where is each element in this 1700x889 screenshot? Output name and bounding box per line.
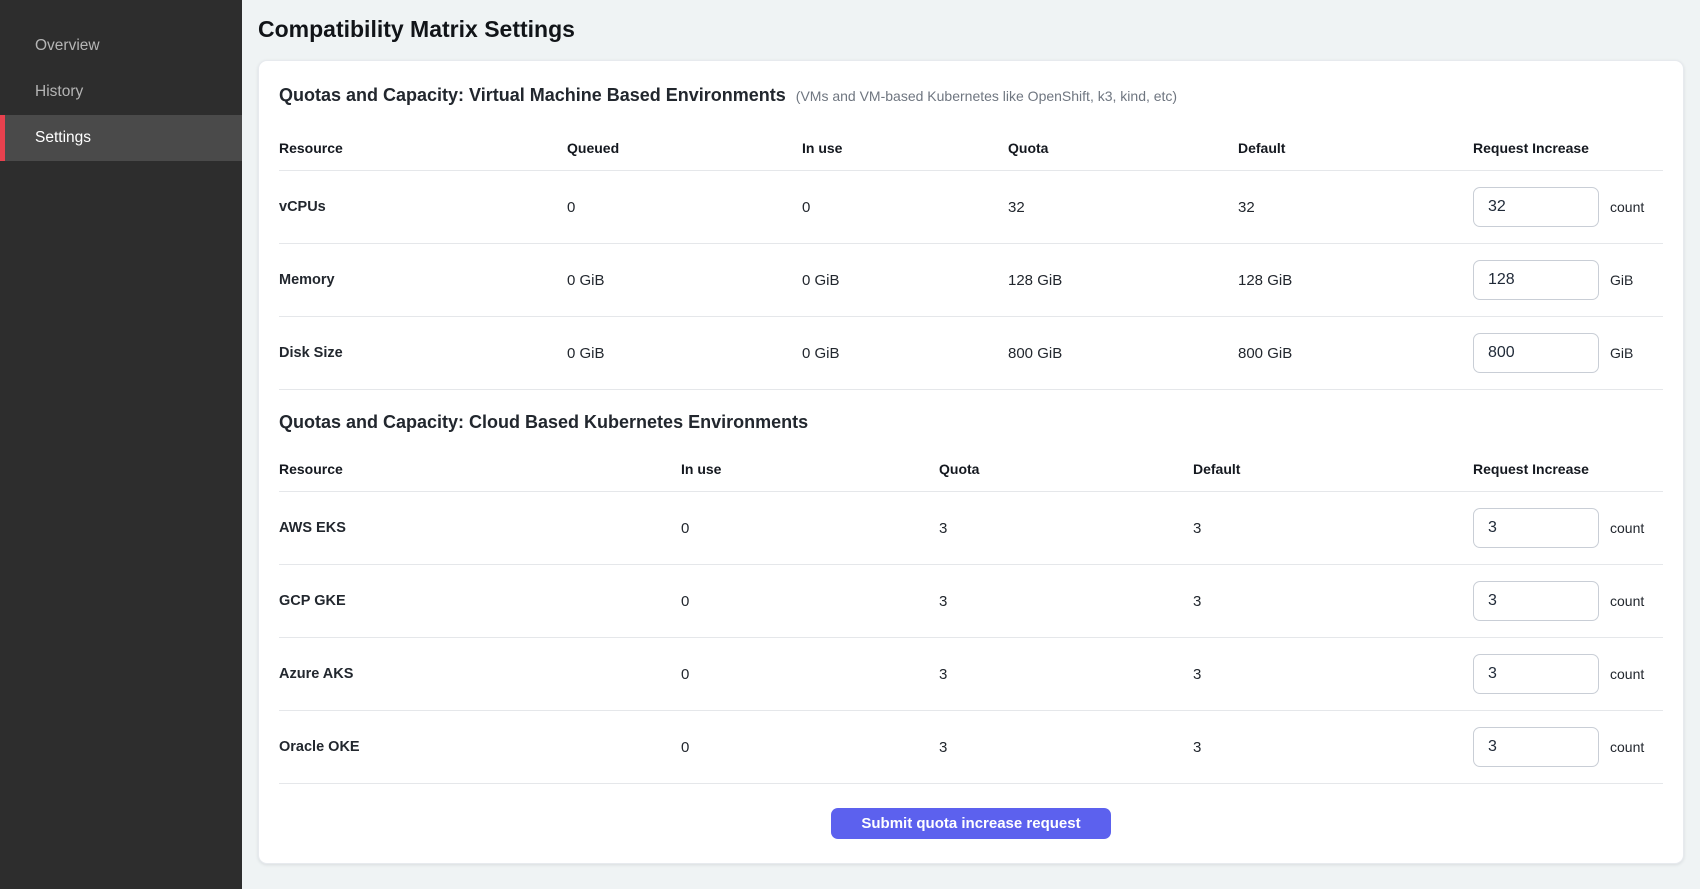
quota-value: 800 GiB <box>1008 345 1238 362</box>
quota-value: 3 <box>939 593 1193 610</box>
queued-value: 0 GiB <box>567 345 802 362</box>
sidebar-nav: Overview History Settings <box>0 23 242 161</box>
default-value: 32 <box>1238 199 1473 216</box>
in-use-value: 0 <box>681 520 939 537</box>
table-row-vcpus: vCPUs 0 0 32 32 count <box>279 171 1663 244</box>
default-value: 3 <box>1193 666 1473 683</box>
request-increase-input-aws-eks[interactable] <box>1473 508 1599 548</box>
in-use-value: 0 <box>681 739 939 756</box>
column-header-in-use: In use <box>681 461 939 477</box>
page-title: Compatibility Matrix Settings <box>258 13 1684 45</box>
sidebar: Overview History Settings <box>0 0 242 889</box>
column-header-request-increase: Request Increase <box>1473 140 1663 156</box>
table-row-oracle-oke: Oracle OKE 0 3 3 count <box>279 711 1663 784</box>
submit-quota-increase-button[interactable]: Submit quota increase request <box>831 808 1111 839</box>
k8s-section-heading: Quotas and Capacity: Cloud Based Kuberne… <box>279 390 1663 446</box>
column-header-default: Default <box>1193 461 1473 477</box>
request-increase-cell: count <box>1473 654 1663 694</box>
sidebar-item-settings[interactable]: Settings <box>0 115 242 161</box>
column-header-resource: Resource <box>279 140 567 156</box>
unit-label: count <box>1610 520 1644 536</box>
unit-label: GiB <box>1610 345 1633 361</box>
quota-value: 128 GiB <box>1008 272 1238 289</box>
request-increase-cell: GiB <box>1473 260 1663 300</box>
request-increase-cell: GiB <box>1473 333 1663 373</box>
quota-value: 3 <box>939 739 1193 756</box>
request-increase-input-oracle-oke[interactable] <box>1473 727 1599 767</box>
default-value: 800 GiB <box>1238 345 1473 362</box>
unit-label: count <box>1610 666 1644 682</box>
default-value: 3 <box>1193 520 1473 537</box>
k8s-quota-table: Resource In use Quota Default Request In… <box>279 446 1663 784</box>
column-header-quota: Quota <box>939 461 1193 477</box>
quota-value: 32 <box>1008 199 1238 216</box>
column-header-default: Default <box>1238 140 1473 156</box>
table-row-memory: Memory 0 GiB 0 GiB 128 GiB 128 GiB GiB <box>279 244 1663 317</box>
column-header-request-increase: Request Increase <box>1473 461 1663 477</box>
queued-value: 0 GiB <box>567 272 802 289</box>
resource-label: Disk Size <box>279 345 567 361</box>
column-header-quota: Quota <box>1008 140 1238 156</box>
quota-value: 3 <box>939 520 1193 537</box>
request-increase-cell: count <box>1473 581 1663 621</box>
request-increase-input-vcpus[interactable] <box>1473 187 1599 227</box>
vm-section-title: Quotas and Capacity: Virtual Machine Bas… <box>279 82 786 108</box>
k8s-table-header: Resource In use Quota Default Request In… <box>279 446 1663 492</box>
k8s-section-title: Quotas and Capacity: Cloud Based Kuberne… <box>279 409 808 435</box>
request-increase-input-memory[interactable] <box>1473 260 1599 300</box>
sidebar-item-history[interactable]: History <box>0 69 242 115</box>
queued-value: 0 <box>567 199 802 216</box>
unit-label: count <box>1610 199 1644 215</box>
quota-value: 3 <box>939 666 1193 683</box>
unit-label: count <box>1610 593 1644 609</box>
unit-label: GiB <box>1610 272 1633 288</box>
in-use-value: 0 <box>681 593 939 610</box>
request-increase-input-azure-aks[interactable] <box>1473 654 1599 694</box>
table-row-disk-size: Disk Size 0 GiB 0 GiB 800 GiB 800 GiB Gi… <box>279 317 1663 390</box>
resource-label: GCP GKE <box>279 593 681 609</box>
resource-label: Azure AKS <box>279 666 681 682</box>
vm-section-heading: Quotas and Capacity: Virtual Machine Bas… <box>279 61 1663 125</box>
request-increase-cell: count <box>1473 187 1663 227</box>
default-value: 3 <box>1193 593 1473 610</box>
default-value: 3 <box>1193 739 1473 756</box>
request-increase-input-disk-size[interactable] <box>1473 333 1599 373</box>
resource-label: AWS EKS <box>279 520 681 536</box>
column-header-in-use: In use <box>802 140 1008 156</box>
resource-label: Memory <box>279 272 567 288</box>
sidebar-item-overview[interactable]: Overview <box>0 23 242 69</box>
table-row-gcp-gke: GCP GKE 0 3 3 count <box>279 565 1663 638</box>
in-use-value: 0 <box>802 199 1008 216</box>
column-header-queued: Queued <box>567 140 802 156</box>
table-row-azure-aks: Azure AKS 0 3 3 count <box>279 638 1663 711</box>
vm-table-header: Resource Queued In use Quota Default Req… <box>279 125 1663 171</box>
resource-label: vCPUs <box>279 199 567 215</box>
unit-label: count <box>1610 739 1644 755</box>
in-use-value: 0 GiB <box>802 345 1008 362</box>
table-row-aws-eks: AWS EKS 0 3 3 count <box>279 492 1663 565</box>
vm-section-note: (VMs and VM-based Kubernetes like OpenSh… <box>796 88 1177 104</box>
vm-quota-table: Resource Queued In use Quota Default Req… <box>279 125 1663 390</box>
in-use-value: 0 <box>681 666 939 683</box>
main-content: Compatibility Matrix Settings Quotas and… <box>242 0 1700 889</box>
request-increase-input-gcp-gke[interactable] <box>1473 581 1599 621</box>
column-header-resource: Resource <box>279 461 681 477</box>
card-footer: Submit quota increase request <box>279 784 1663 863</box>
default-value: 128 GiB <box>1238 272 1473 289</box>
in-use-value: 0 GiB <box>802 272 1008 289</box>
request-increase-cell: count <box>1473 727 1663 767</box>
resource-label: Oracle OKE <box>279 739 681 755</box>
settings-card: Quotas and Capacity: Virtual Machine Bas… <box>258 60 1684 864</box>
request-increase-cell: count <box>1473 508 1663 548</box>
